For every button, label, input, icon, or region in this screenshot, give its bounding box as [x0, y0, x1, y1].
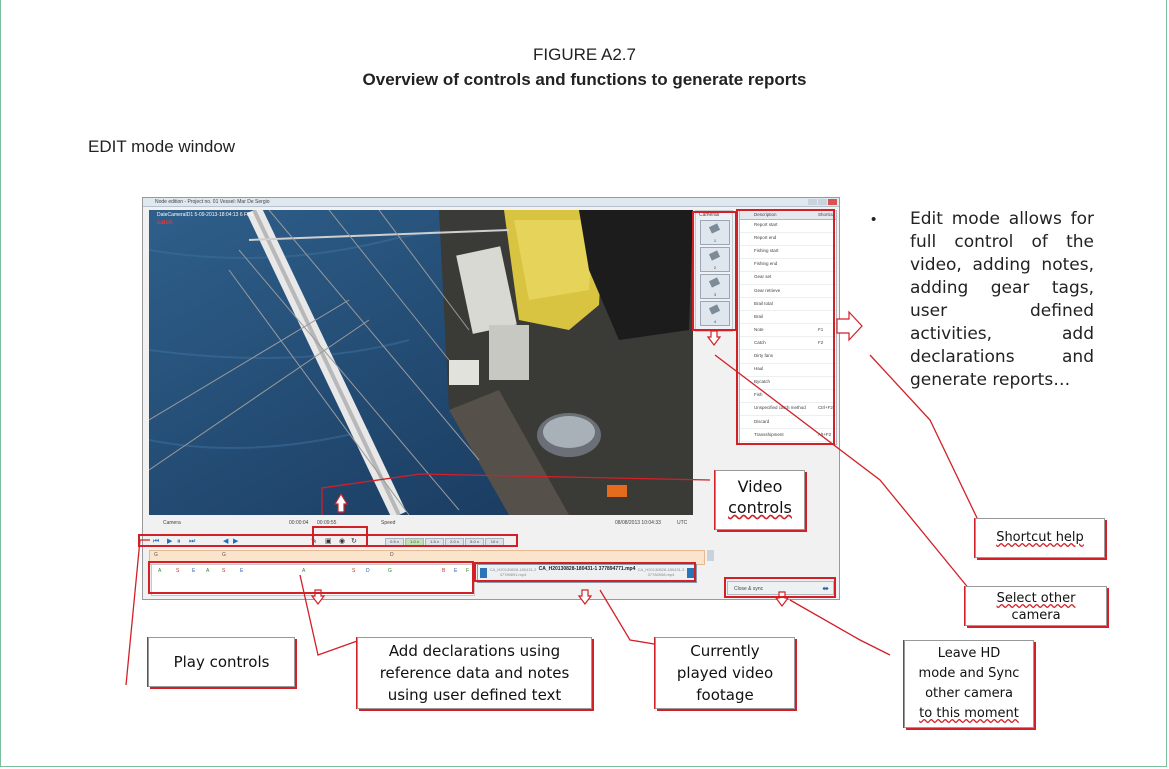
callout-add-declarations: Add declarations using reference data an…	[357, 637, 592, 709]
callout-video-controls: Video controls	[715, 470, 805, 530]
app-title-bar: Node edition - Project no. 01 Vessel: Ma…	[143, 198, 839, 207]
cameras-highlight	[692, 211, 737, 331]
video-overlay-text: DateCameraID1 5-09-2013-18:04:13 6 FPS	[157, 212, 254, 218]
bullet-marker: •	[871, 211, 877, 228]
bullet-description: Edit mode allows for full control of the…	[910, 209, 1094, 390]
timeline-scroll-button[interactable]	[707, 550, 714, 561]
app-title: Node edition - Project no. 01 Vessel: Ma…	[155, 199, 270, 205]
video-footage-highlight	[474, 562, 696, 582]
close-sync-highlight	[724, 577, 836, 598]
callout-shortcut-help: Shortcut help	[975, 518, 1105, 558]
section-title: EDIT mode window	[88, 137, 236, 156]
minimize-button[interactable]	[808, 199, 817, 205]
close-window-button[interactable]	[828, 199, 837, 205]
callout-currently-played: Currently played video footage	[655, 637, 795, 709]
figure-label: FIGURE A2.7	[533, 45, 636, 64]
figure-title: Overview of controls and functions to ge…	[362, 70, 807, 89]
catch-logo: catch	[157, 220, 173, 226]
play-controls-highlight	[138, 534, 518, 547]
callout-play-controls: Play controls	[148, 637, 295, 687]
callout-leave-hd: Leave HD mode and Sync other camera to t…	[904, 640, 1034, 728]
callout-select-camera: Select other camera	[965, 586, 1107, 626]
shortcuts-highlight	[736, 209, 835, 445]
maximize-button[interactable]	[818, 199, 827, 205]
video-player[interactable]: DateCameraID1 5-09-2013-18:04:13 6 FPS c…	[149, 210, 693, 515]
declarations-highlight	[148, 561, 474, 594]
video-frame-image	[149, 210, 693, 515]
